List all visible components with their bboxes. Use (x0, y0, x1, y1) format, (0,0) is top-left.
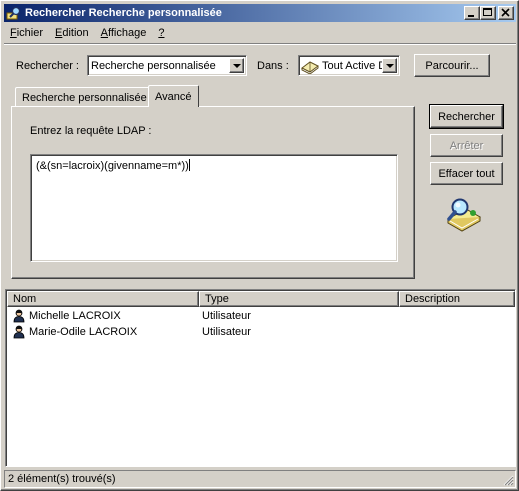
search-button[interactable]: Rechercher (429, 104, 504, 129)
user-icon (12, 325, 26, 339)
stop-button-label: Arrêter (449, 139, 484, 152)
menu-label: dition (62, 26, 89, 39)
cell-type: Utilisateur (202, 326, 251, 338)
tab-custom-search[interactable]: Recherche personnalisée (15, 87, 154, 107)
directory-book-icon (301, 58, 319, 75)
stop-button[interactable]: Arrêter (430, 134, 503, 157)
column-header-type[interactable]: Type (199, 291, 399, 307)
table-row[interactable]: Marie-Odile LACROIX Utilisateur (12, 324, 251, 340)
menu-affichage[interactable]: Affichage (95, 27, 153, 39)
menu-help[interactable]: ? (152, 27, 170, 39)
ldap-query-input[interactable]: (&(sn=lacroix)(givenname=m*)) (30, 154, 398, 262)
status-text: 2 élément(s) trouvé(s) (8, 473, 116, 485)
ldap-query-label: Entrez la requête LDAP : (30, 125, 152, 137)
search-window: Rechercher Recherche personnalisée Fichi… (0, 0, 519, 491)
search-directory-icon (6, 5, 22, 21)
cell-name: Michelle LACROIX (29, 310, 121, 322)
search-button-label: Rechercher (438, 110, 495, 123)
find-type-select[interactable]: Recherche personnalisée (87, 55, 247, 76)
tab-label: Avancé (155, 90, 192, 103)
clear-all-button-label: Effacer tout (438, 167, 495, 180)
in-location-dropdown-arrow[interactable] (382, 58, 397, 73)
column-header-label: Description (405, 293, 461, 305)
minimize-button[interactable] (464, 6, 480, 20)
menu-edition[interactable]: Edition (49, 27, 95, 39)
cell-type: Utilisateur (202, 310, 251, 322)
column-header-label: Type (205, 293, 229, 305)
status-bar: 2 élément(s) trouvé(s) (4, 470, 516, 488)
menu-bar: Fichier Edition Affichage ? (4, 23, 170, 42)
column-header-description[interactable]: Description (399, 291, 515, 307)
text-caret (188, 159, 190, 171)
in-location-value: Tout Active D (322, 59, 387, 72)
table-row[interactable]: Michelle LACROIX Utilisateur (12, 308, 251, 324)
clear-all-button[interactable]: Effacer tout (430, 162, 503, 185)
find-type-dropdown-arrow[interactable] (229, 58, 244, 73)
menu-separator (4, 43, 516, 45)
close-button[interactable] (498, 6, 514, 20)
menu-label: ffichage (108, 26, 147, 39)
maximize-button[interactable] (480, 6, 496, 20)
menu-label: ichier (16, 26, 44, 39)
tab-advanced[interactable]: Avancé (148, 85, 199, 107)
find-label: Rechercher : (16, 60, 79, 72)
in-location-select[interactable]: Tout Active D (298, 55, 400, 76)
title-bar[interactable]: Rechercher Recherche personnalisée (4, 4, 516, 22)
menu-accel: F (10, 26, 17, 39)
in-label: Dans : (257, 60, 289, 72)
results-list[interactable]: Nom Type Description Michelle LACROIX Ut… (5, 289, 516, 467)
menu-accel: A (100, 26, 109, 39)
window-title: Rechercher Recherche personnalisée (25, 7, 222, 19)
column-header-label: Nom (13, 293, 37, 305)
menu-fichier[interactable]: Fichier (4, 27, 49, 39)
user-icon (12, 309, 26, 323)
tab-label: Recherche personnalisée (22, 91, 147, 104)
menu-accel: ? (158, 26, 165, 39)
ldap-query-text: (&(sn=lacroix)(givenname=m*)) (36, 160, 189, 172)
resize-grip-icon[interactable] (502, 474, 514, 486)
magnifier-over-book-icon (444, 195, 484, 235)
browse-button[interactable]: Parcourir... (414, 54, 490, 77)
browse-button-label: Parcourir... (425, 59, 479, 72)
cell-name: Marie-Odile LACROIX (29, 326, 138, 338)
column-header-name[interactable]: Nom (7, 291, 199, 307)
find-type-value: Recherche personnalisée (91, 59, 216, 72)
